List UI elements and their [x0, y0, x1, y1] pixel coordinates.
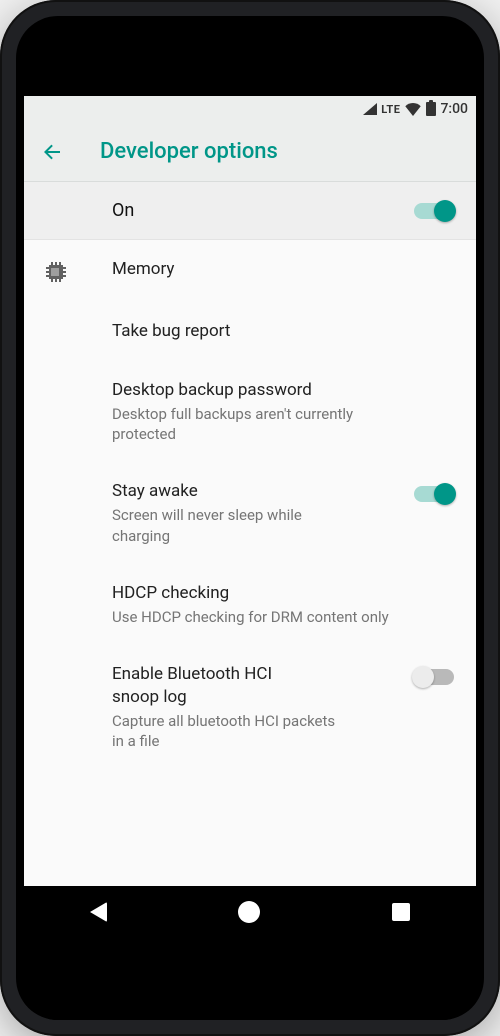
settings-list: Memory Take bug report Desktop backup pa…: [24, 240, 476, 886]
row-title: Take bug report: [112, 320, 404, 343]
row-title: Enable Bluetooth HCI snoop log: [112, 663, 322, 709]
row-bt-hci-snoop[interactable]: Enable Bluetooth HCI snoop log Capture a…: [24, 645, 476, 769]
status-bar: LTE 7:00: [24, 96, 476, 122]
app-bar: Developer options: [24, 122, 476, 182]
bezel-bottom: [24, 938, 476, 1020]
network-label: LTE: [381, 103, 400, 116]
row-title: Stay awake: [112, 480, 404, 503]
chip-icon: [44, 260, 68, 284]
row-title: Desktop backup password: [112, 379, 404, 402]
back-button[interactable]: [32, 132, 72, 172]
nav-recents-button[interactable]: [392, 903, 410, 921]
phone-frame: LTE 7:00 Developer options On: [0, 0, 500, 1036]
row-subtitle: Screen will never sleep while charging: [112, 505, 342, 546]
page-title: Developer options: [100, 139, 278, 164]
screen: LTE 7:00 Developer options On: [24, 96, 476, 938]
master-toggle-row[interactable]: On: [24, 182, 476, 240]
row-backup-password[interactable]: Desktop backup password Desktop full bac…: [24, 361, 476, 462]
row-subtitle: Desktop full backups aren't currently pr…: [112, 404, 404, 445]
nav-home-button[interactable]: [238, 901, 260, 923]
row-stay-awake[interactable]: Stay awake Screen will never sleep while…: [24, 462, 476, 563]
clock: 7:00: [440, 101, 468, 117]
row-title: Memory: [112, 258, 404, 281]
row-subtitle: Capture all bluetooth HCI packets in a f…: [112, 711, 342, 752]
master-switch[interactable]: [414, 203, 454, 219]
bt-hci-switch[interactable]: [414, 669, 454, 685]
stay-awake-switch[interactable]: [414, 486, 454, 502]
arrow-left-icon: [40, 140, 64, 164]
device-inner: LTE 7:00 Developer options On: [16, 16, 484, 1020]
nav-bar: [24, 886, 476, 938]
row-bug-report[interactable]: Take bug report: [24, 302, 476, 361]
battery-icon: [426, 102, 436, 116]
master-toggle-label: On: [112, 200, 134, 221]
wifi-icon: [404, 102, 422, 116]
row-hdcp[interactable]: HDCP checking Use HDCP checking for DRM …: [24, 564, 476, 645]
nav-back-button[interactable]: [90, 902, 107, 922]
row-memory[interactable]: Memory: [24, 240, 476, 302]
cell-signal-icon: [363, 103, 377, 115]
row-subtitle: Use HDCP checking for DRM content only: [112, 607, 404, 627]
row-title: HDCP checking: [112, 582, 404, 605]
